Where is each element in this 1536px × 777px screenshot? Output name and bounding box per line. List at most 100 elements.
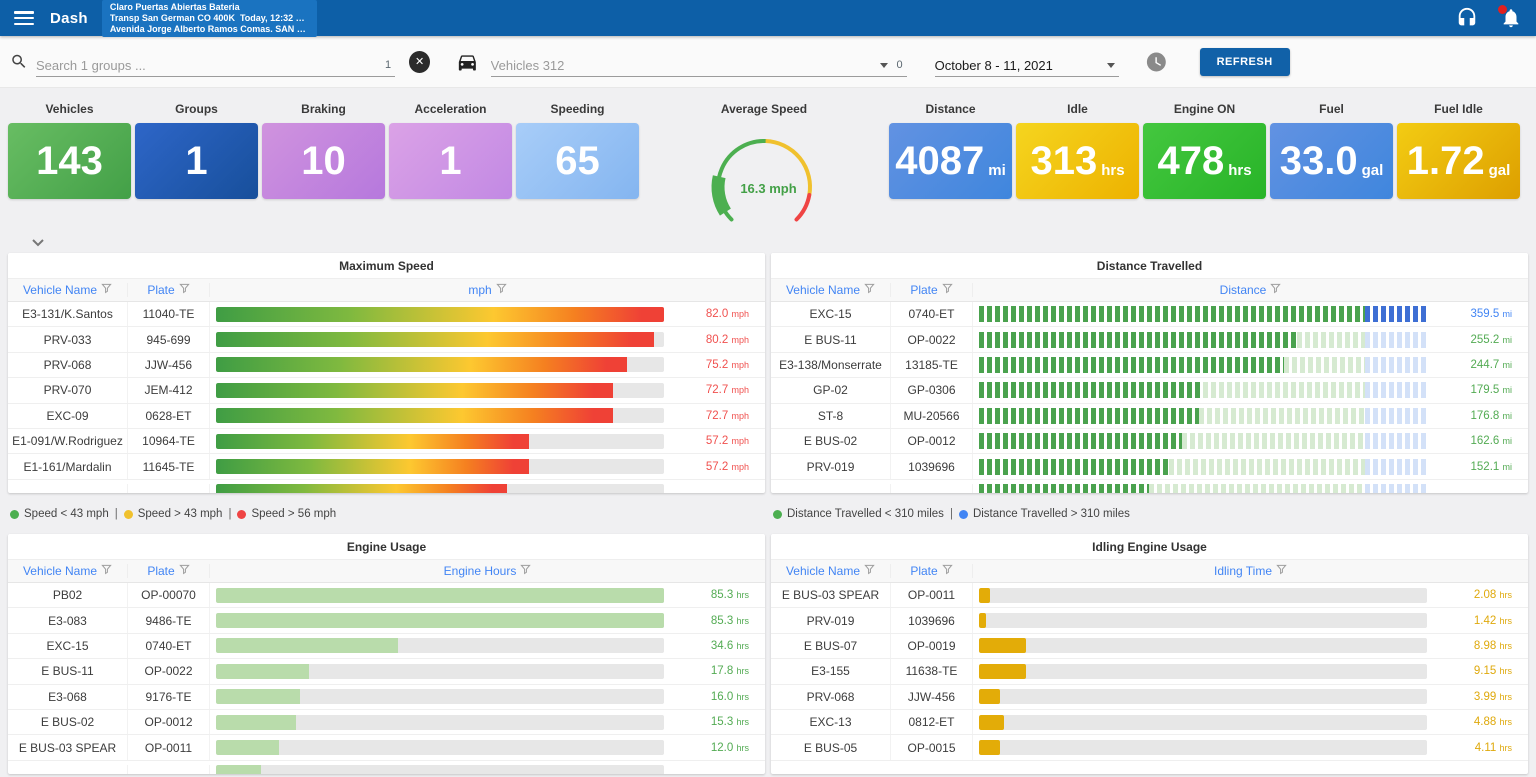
bar-segment [1182,433,1366,449]
date-range-field[interactable] [935,47,1119,77]
plate-cell: 1039696 [891,454,973,478]
time-history-icon[interactable] [1145,50,1168,74]
vehicles-caret-icon[interactable] [880,63,888,68]
filter-funnel-icon[interactable] [101,564,112,578]
maximum-speed-title: Maximum Speed [8,253,765,279]
filter-funnel-icon[interactable] [179,564,190,578]
value-cell: 82.0 mph [670,308,765,320]
kpi-card-fuel[interactable]: 33.0gal [1270,123,1393,199]
date-range-input[interactable] [935,58,1103,73]
legend-item: Speed > 43 mph [124,508,223,520]
notifications-bell-icon[interactable] [1500,7,1522,29]
collapse-kpi-chevron-icon[interactable] [30,235,46,245]
bar-cell [973,715,1433,730]
date-caret-icon[interactable] [1107,63,1115,68]
value-cell: 4.11 hrs [1433,742,1528,754]
kpi-card-idle[interactable]: 313hrs [1016,123,1139,199]
bar-cell [210,408,670,423]
kpi-card-vehicles[interactable]: 143 [8,123,131,199]
table-header-row: Vehicle NamePlatemph [8,279,765,302]
bar-cell [973,382,1433,398]
bar-fill [979,740,1000,755]
clear-search-button[interactable]: ✕ [409,51,430,73]
column-header-engine-hours[interactable]: Engine Hours [210,564,765,578]
filter-funnel-icon[interactable] [864,564,875,578]
filter-funnel-icon[interactable] [496,283,507,297]
bar-segment [1365,433,1427,449]
kpi-groups: Groups1 [135,102,258,199]
kpi-card-braking[interactable]: 10 [262,123,385,199]
bar-segment [979,332,1297,348]
bar-cell [973,306,1433,322]
column-label: Vehicle Name [786,283,860,297]
bar-segment [979,484,1149,493]
column-header-idling-time[interactable]: Idling Time [973,564,1528,578]
kpi-value: 33.0 [1280,141,1358,181]
column-header-plate[interactable]: Plate [891,283,973,297]
column-header-plate[interactable]: Plate [891,564,973,578]
filter-funnel-icon[interactable] [1276,564,1287,578]
filter-funnel-icon[interactable] [101,283,112,297]
kpi-value: 478 [1157,141,1224,181]
vehicle-name-cell: E BUS-11 [771,327,891,351]
distance-bar [979,382,1427,398]
bar-cell [210,484,670,493]
distance-bar [979,433,1427,449]
notification-ticker[interactable]: Claro Puertas Abiertas Bateria Transp Sa… [102,0,317,37]
kpi-card-fuel-idle[interactable]: 1.72gal [1397,123,1520,199]
headset-icon[interactable] [1456,7,1478,29]
column-header-vehicle-name[interactable]: Vehicle Name [771,283,891,297]
column-header-mph[interactable]: mph [210,283,765,297]
legend-dot [124,510,133,519]
vehicles-select-input[interactable] [491,58,877,73]
kpi-label: Distance [889,102,1012,116]
kpi-label: Fuel Idle [1397,102,1520,116]
filter-funnel-icon[interactable] [942,564,953,578]
bar-track [216,332,664,347]
filter-funnel-icon[interactable] [179,283,190,297]
plate-cell: 11040-TE [128,302,210,326]
filter-funnel-icon[interactable] [1270,283,1281,297]
table-body: PB02OP-0007085.3 hrsE3-0839486-TE85.3 hr… [8,583,765,774]
average-speed-gauge: Average Speed 16.3 mph [639,102,889,225]
column-header-plate[interactable]: Plate [128,283,210,297]
kpi-unit: gal [1362,162,1384,179]
kpi-card-speeding[interactable]: 65 [516,123,639,199]
vehicle-name-cell: PRV-033 [8,327,128,351]
column-header-vehicle-name[interactable]: Vehicle Name [771,564,891,578]
kpi-card-distance[interactable]: 4087mi [889,123,1012,199]
vehicles-select-field[interactable]: 0 [491,47,907,77]
kpi-group-right: Distance4087miIdle313hrsEngine ON478hrsF… [889,102,1520,199]
table-row: E BUS-02OP-0012162.6 mi [771,429,1528,454]
group-search-field[interactable]: 1 [36,47,395,77]
filter-funnel-icon[interactable] [942,283,953,297]
column-header-distance[interactable]: Distance [973,283,1528,297]
filter-funnel-icon[interactable] [864,283,875,297]
vehicle-name-cell: PRV-068 [771,685,891,709]
table-row: GP-02GP-0306179.5 mi [771,378,1528,403]
engine-usage-title: Engine Usage [8,534,765,560]
kpi-card-engine-on[interactable]: 478hrs [1143,123,1266,199]
column-header-plate[interactable]: Plate [128,564,210,578]
menu-icon[interactable] [14,11,34,25]
refresh-button[interactable]: REFRESH [1200,48,1290,76]
group-search-input[interactable] [36,58,381,73]
vehicle-name-cell [8,765,128,774]
bar-cell [210,765,670,774]
top-app-bar: Dash Claro Puertas Abiertas Bateria Tran… [0,0,1536,36]
legend-label: Distance Travelled < 310 miles [787,508,944,520]
plate-cell: 9486-TE [128,608,210,632]
legend-dot [959,510,968,519]
plate-cell: 11638-TE [891,659,973,683]
bar-cell [973,408,1433,424]
idling-engine-usage-title: Idling Engine Usage [771,534,1528,560]
kpi-card-groups[interactable]: 1 [135,123,258,199]
column-header-vehicle-name[interactable]: Vehicle Name [8,283,128,297]
kpi-card-acceleration[interactable]: 1 [389,123,512,199]
vehicle-name-cell: E BUS-03 SPEAR [8,735,128,759]
bar-segment [1365,357,1427,373]
filter-funnel-icon[interactable] [520,564,531,578]
value-cell: 57.2 mph [670,435,765,447]
legend-separator: | [228,508,231,520]
column-header-vehicle-name[interactable]: Vehicle Name [8,564,128,578]
